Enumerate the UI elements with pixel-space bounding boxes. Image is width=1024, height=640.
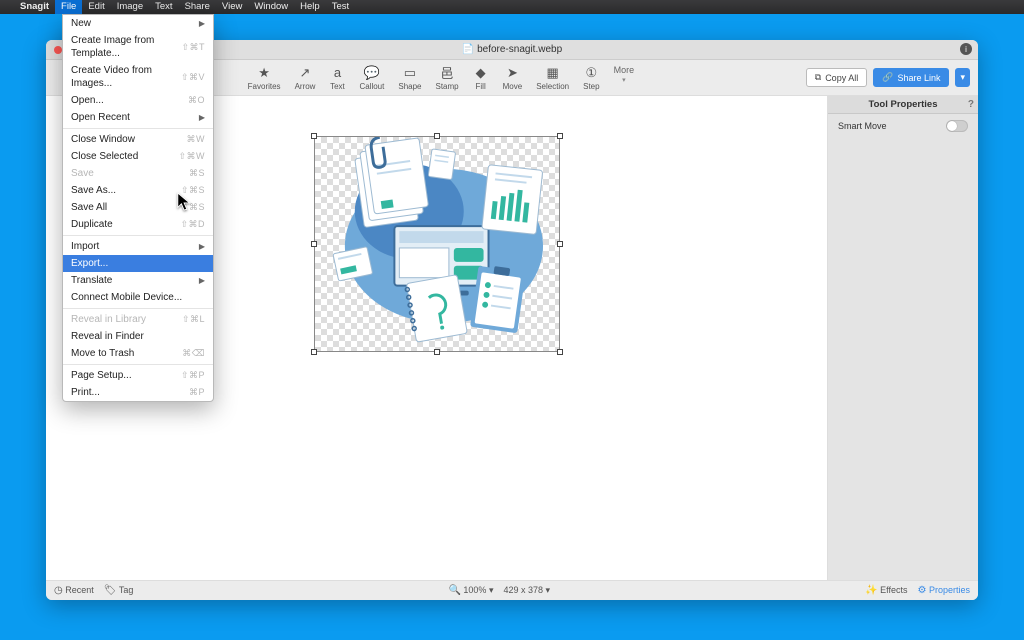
stamp-icon: ⾢ <box>439 65 455 81</box>
selection-icon: ▦ <box>545 65 561 81</box>
shape-icon: ▭ <box>402 65 418 81</box>
properties-header: Tool Properties ? <box>828 96 978 114</box>
file-menu-reveal-in-library: Reveal in Library⇧⌘L <box>63 311 213 328</box>
copy-all-button[interactable]: ⧉Copy All <box>806 68 867 87</box>
menubar-item-help[interactable]: Help <box>294 0 326 14</box>
wand-icon: ✨ <box>865 585 877 596</box>
menubar-app-name[interactable]: Snagit <box>14 0 55 14</box>
effects-button[interactable]: ✨ Effects <box>865 585 907 596</box>
file-menu-save: Save⌘S <box>63 165 213 182</box>
file-menu-create-image-from-template[interactable]: Create Image from Template...⇧⌘T <box>63 32 213 62</box>
tool-stamp[interactable]: ⾢Stamp <box>436 65 459 91</box>
resize-handle[interactable] <box>434 349 440 355</box>
resize-handle[interactable] <box>311 349 317 355</box>
file-menu-close-selected[interactable]: Close Selected⇧⌘W <box>63 148 213 165</box>
arrow-icon: ↗ <box>297 65 313 81</box>
resize-handle[interactable] <box>557 133 563 139</box>
zoom-control[interactable]: 🔍 100% ▾ <box>448 585 493 596</box>
file-menu-close-window[interactable]: Close Window⌘W <box>63 131 213 148</box>
tool-more[interactable]: More▾ <box>614 65 635 84</box>
tag-button[interactable]: 🏷 Tag <box>104 585 134 596</box>
move-icon: ➤ <box>504 65 520 81</box>
resize-handle[interactable] <box>557 241 563 247</box>
file-menu-duplicate[interactable]: Duplicate⇧⌘D <box>63 216 213 233</box>
smart-move-label: Smart Move <box>838 121 887 131</box>
share-link-caret[interactable]: ▾ <box>955 68 970 87</box>
clock-icon: ◷ <box>54 585 63 596</box>
file-menu-print[interactable]: Print...⌘P <box>63 384 213 401</box>
file-menu-dropdown[interactable]: New▶Create Image from Template...⇧⌘TCrea… <box>62 14 214 402</box>
tool-favorites[interactable]: ★Favorites <box>248 65 281 91</box>
file-menu-import[interactable]: Import▶ <box>63 238 213 255</box>
dimensions-label: 429 x 378 ▾ <box>503 585 550 596</box>
status-bar: ◷ Recent 🏷 Tag 🔍 100% ▾ 429 x 378 ▾ ✨ Ef… <box>46 580 978 600</box>
tool-move[interactable]: ➤Move <box>503 65 523 91</box>
tool-text[interactable]: aText <box>329 65 345 91</box>
menubar-item-share[interactable]: Share <box>179 0 216 14</box>
tool-fill[interactable]: ◆Fill <box>473 65 489 91</box>
copy-icon: ⧉ <box>815 72 821 83</box>
tool-step[interactable]: ①Step <box>583 65 599 91</box>
close-window-icon[interactable] <box>54 46 62 54</box>
tool-arrow[interactable]: ↗Arrow <box>295 65 316 91</box>
file-menu-new[interactable]: New▶ <box>63 15 213 32</box>
menubar-item-image[interactable]: Image <box>111 0 149 14</box>
gear-icon: ⚙ <box>917 585 926 596</box>
canvas-selection[interactable] <box>314 136 560 352</box>
file-menu-save-all[interactable]: Save All⌃⌘S <box>63 199 213 216</box>
resize-handle[interactable] <box>311 133 317 139</box>
mac-menubar: Snagit FileEditImageTextShareViewWindowH… <box>0 0 1024 14</box>
file-menu-open[interactable]: Open...⌘O <box>63 92 213 109</box>
menubar-item-view[interactable]: View <box>216 0 248 14</box>
file-menu-reveal-in-finder[interactable]: Reveal in Finder <box>63 328 213 345</box>
tool-callout[interactable]: 💬Callout <box>359 65 384 91</box>
menubar-item-window[interactable]: Window <box>248 0 294 14</box>
resize-handle[interactable] <box>311 241 317 247</box>
properties-button[interactable]: ⚙ Properties <box>917 585 970 596</box>
recent-button[interactable]: ◷ Recent <box>54 585 94 596</box>
file-menu-open-recent[interactable]: Open Recent▶ <box>63 109 213 126</box>
link-icon: 🔗 <box>882 72 893 83</box>
text-icon: a <box>329 65 345 81</box>
share-link-button[interactable]: 🔗Share Link <box>873 68 949 87</box>
file-menu-move-to-trash[interactable]: Move to Trash⌘⌫ <box>63 345 213 362</box>
window-title: 📄 before-snagit.webp <box>462 44 562 55</box>
file-menu-create-video-from-images[interactable]: Create Video from Images...⇧⌘V <box>63 62 213 92</box>
tag-icon: 🏷 <box>104 585 117 596</box>
smart-move-toggle[interactable] <box>946 120 968 132</box>
menubar-item-text[interactable]: Text <box>149 0 178 14</box>
tool-selection[interactable]: ▦Selection <box>536 65 569 91</box>
file-menu-translate[interactable]: Translate▶ <box>63 272 213 289</box>
tool-shape[interactable]: ▭Shape <box>398 65 421 91</box>
file-menu-save-as[interactable]: Save As...⇧⌘S <box>63 182 213 199</box>
file-menu-connect-mobile-device[interactable]: Connect Mobile Device... <box>63 289 213 306</box>
help-icon[interactable]: ? <box>968 99 974 110</box>
menubar-item-edit[interactable]: Edit <box>82 0 110 14</box>
favorites-icon: ★ <box>256 65 272 81</box>
file-menu-export[interactable]: Export... <box>63 255 213 272</box>
menubar-item-file[interactable]: File <box>55 0 82 14</box>
properties-panel: Tool Properties ? Smart Move <box>828 96 978 580</box>
resize-handle[interactable] <box>557 349 563 355</box>
fill-icon: ◆ <box>473 65 489 81</box>
info-icon[interactable]: i <box>960 43 972 55</box>
resize-helalthough-handle[interactable] <box>434 133 440 139</box>
step-icon: ① <box>583 65 599 81</box>
callout-icon: 💬 <box>364 65 380 81</box>
menubar-item-test[interactable]: Test <box>326 0 355 14</box>
document-image <box>315 137 559 351</box>
file-menu-page-setup[interactable]: Page Setup...⇧⌘P <box>63 367 213 384</box>
magnify-icon: 🔍 <box>448 585 460 596</box>
